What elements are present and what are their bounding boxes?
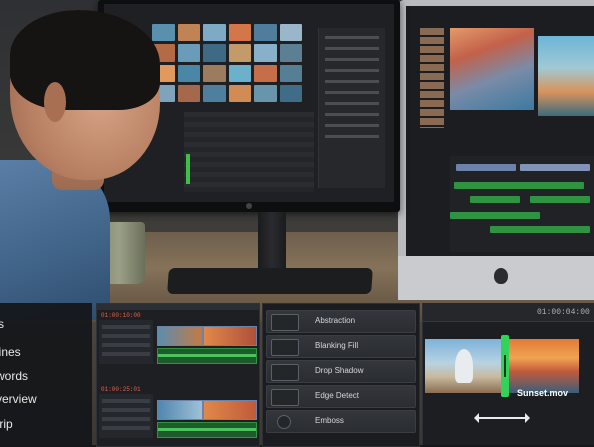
monitor-base [167,268,373,294]
drop-shadow-icon [271,364,299,381]
effect-emboss[interactable]: Emboss [266,410,416,433]
timeline-panel: 01:00:10:00 01:00:25:01 [96,303,260,447]
menu-item-words[interactable]: words [0,369,28,383]
imac-screen [406,6,594,256]
effects-panel: Abstraction Blanking Fill Drop Shadow Ed… [262,303,420,447]
video-clip[interactable] [157,400,203,420]
effect-blanking-fill[interactable]: Blanking Fill [266,335,416,358]
video-clip[interactable] [203,326,257,346]
timecode-top: 01:00:10:00 [101,312,141,319]
audio-clip[interactable] [157,348,257,364]
menu-item-trip[interactable]: trip [0,417,13,431]
double-arrow-icon [474,413,530,423]
monitor-stand [258,212,286,272]
timeline-ruler[interactable]: 01:00:04:00 [423,303,594,322]
imac-thumbnail-column [420,28,444,128]
trim-editor-panel: 01:00:04:00 Sunset.mov [422,303,594,445]
outgoing-clip-thumbnail [425,339,503,393]
trim-handle[interactable] [501,335,509,397]
feature-menu: s lines words verview trip [0,303,92,445]
effect-label: Blanking Fill [315,341,359,350]
person-head [10,10,160,180]
editor-person [0,0,180,320]
video-clip[interactable] [203,400,257,420]
right-imac [398,0,594,300]
emboss-icon [277,415,291,429]
clip-name-label: Sunset.mov [517,388,569,398]
timecode-bottom: 01:00:25:01 [101,386,141,393]
effect-label: Drop Shadow [315,366,364,375]
effect-abstraction[interactable]: Abstraction [266,310,416,333]
person-hair [10,10,160,110]
person-ear [44,82,66,122]
track-headers-top [99,320,153,364]
effect-label: Emboss [315,416,344,425]
blanking-fill-icon [271,339,299,356]
inspector-panel [318,28,385,188]
effect-drop-shadow[interactable]: Drop Shadow [266,360,416,383]
menu-item-overview[interactable]: verview [0,392,37,406]
video-clip[interactable] [157,326,203,346]
effect-edge-detect[interactable]: Edge Detect [266,385,416,408]
seagull-image [455,349,473,383]
feature-overlay: s lines words verview trip 01:00:10:00 0… [0,303,594,447]
track-headers-bottom [99,394,153,438]
edge-detect-icon [271,389,299,406]
effect-label: Edge Detect [315,391,360,400]
imac-source-viewer [450,28,534,110]
imac-timeline [450,156,594,252]
menu-item-lines[interactable]: lines [0,345,21,359]
abstraction-icon [271,314,299,331]
effect-label: Abstraction [315,316,356,325]
ruler-timecode: 01:00:04:00 [537,308,590,317]
apple-logo-icon [494,268,508,284]
media-list [184,112,314,192]
audio-clip[interactable] [157,422,257,438]
imac-timeline-viewer [538,36,594,116]
timeline-header-bar [97,304,259,310]
menu-item-0[interactable]: s [0,317,4,331]
monitor-logo-icon [246,203,252,209]
incoming-clip-thumbnail [507,339,579,393]
audio-meter [186,154,190,184]
